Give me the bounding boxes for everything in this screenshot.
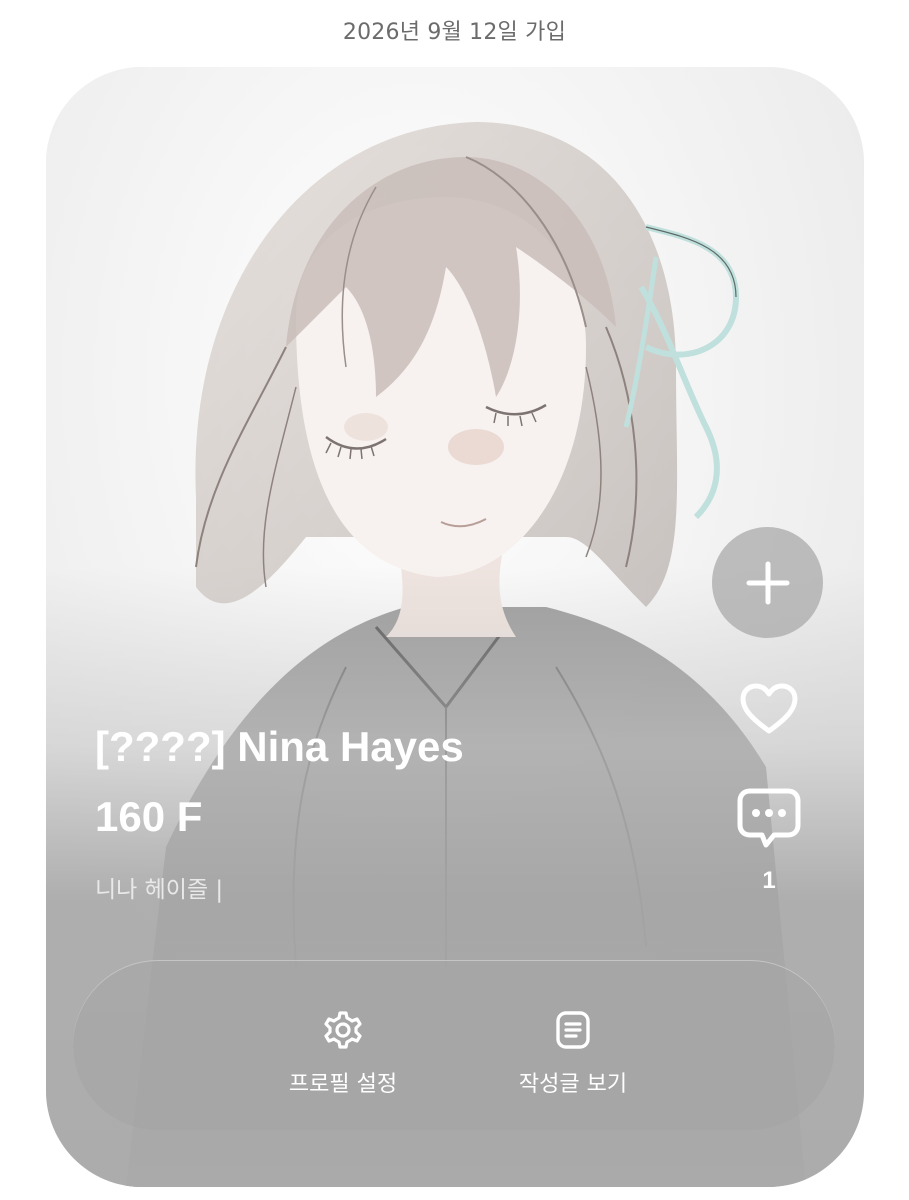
profile-settings-button[interactable]: 프로필 설정 <box>273 960 413 1130</box>
add-button[interactable] <box>712 527 823 638</box>
like-button[interactable] <box>736 681 802 737</box>
heart-icon <box>740 683 798 734</box>
profile-card: [????] Nina Hayes 160 F 니나 헤이즐 | 1 프로필 설… <box>46 67 864 1187</box>
view-posts-label: 작성글 보기 <box>518 1072 628 1097</box>
join-date: 2026년 9월 12일 가입 <box>342 20 567 45</box>
chat-bubble-icon <box>737 788 801 848</box>
comment-count: 1 <box>762 867 776 894</box>
profile-title: [????] Nina Hayes <box>95 723 464 770</box>
profile-subtitle: 160 F <box>95 793 203 840</box>
action-bar: 프로필 설정 작성글 보기 <box>73 960 835 1130</box>
document-icon <box>553 1010 593 1050</box>
view-posts-button[interactable]: 작성글 보기 <box>493 960 653 1130</box>
profile-settings-label: 프로필 설정 <box>288 1072 398 1097</box>
comment-button[interactable] <box>734 783 804 853</box>
gear-icon <box>323 1010 363 1050</box>
plus-icon <box>746 561 789 604</box>
profile-korean-name: 니나 헤이즐 | <box>95 877 224 903</box>
